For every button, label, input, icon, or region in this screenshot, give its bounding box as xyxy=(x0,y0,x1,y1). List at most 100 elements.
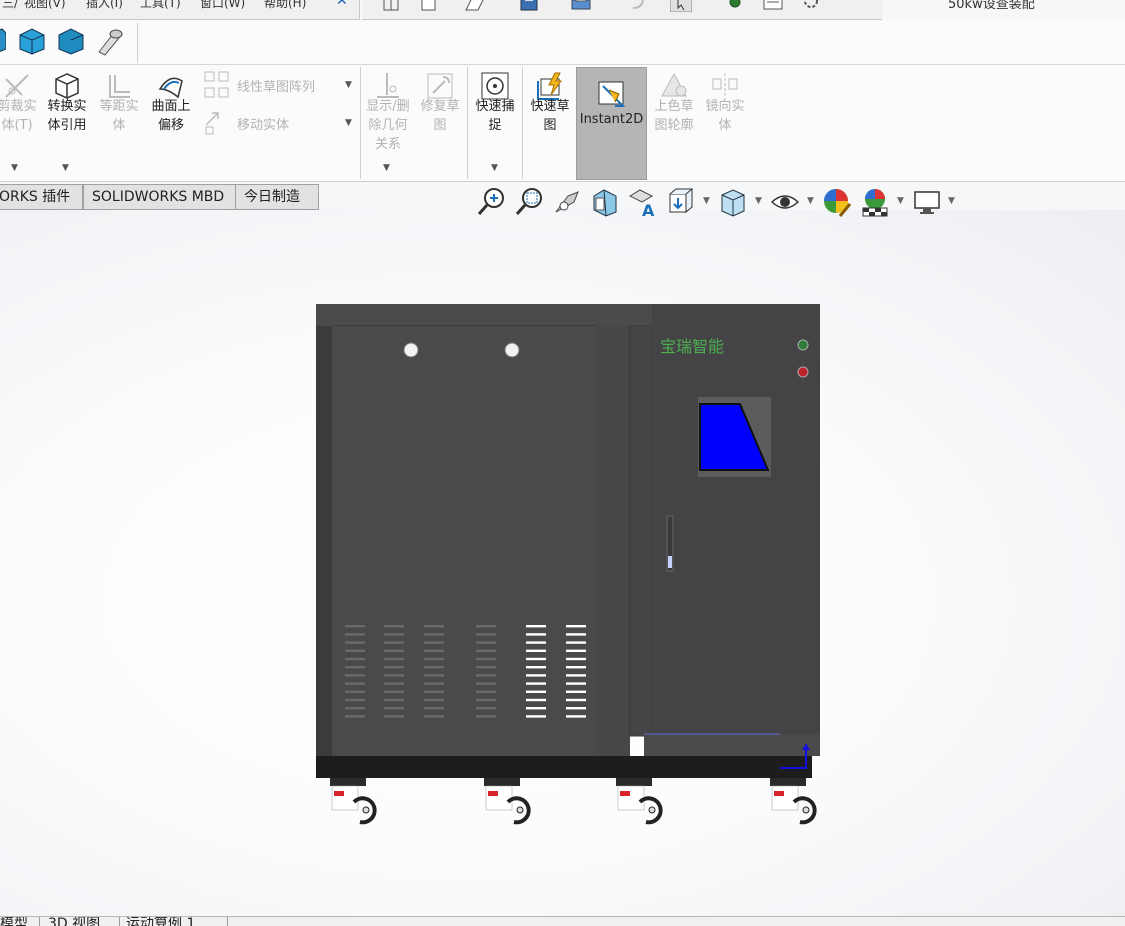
caster-wheels xyxy=(330,778,817,825)
gear-icon[interactable] xyxy=(800,0,822,12)
vent-slot xyxy=(476,715,496,718)
tab-solidworks-mbd[interactable]: SOLIDWORKS MBD xyxy=(83,184,236,210)
dynamic-annotation-icon[interactable]: A xyxy=(628,186,658,218)
tab-3d-view[interactable]: 3D 视图 xyxy=(42,917,120,926)
left-door-panel xyxy=(332,326,596,756)
save-icon[interactable] xyxy=(518,0,540,12)
vent-slot xyxy=(424,707,444,710)
vent-slot xyxy=(345,690,365,693)
vent-slot xyxy=(476,698,496,702)
vent-slot xyxy=(526,707,546,710)
features-toolbar xyxy=(0,21,1125,65)
vent-slot xyxy=(566,633,586,636)
section-view-icon[interactable] xyxy=(590,186,620,218)
apply-scene-icon[interactable] xyxy=(860,186,890,218)
options-icon[interactable] xyxy=(762,0,784,12)
vent-slot xyxy=(526,625,546,628)
quick-snaps-button[interactable]: 快速捕捉 xyxy=(470,65,520,135)
rapid-sketch-button[interactable]: 快速草图 xyxy=(526,65,574,135)
rebuild-status-icon[interactable] xyxy=(724,0,746,12)
home-icon[interactable] xyxy=(380,0,402,12)
menu-item-window[interactable]: 窗口(W) xyxy=(200,0,245,11)
door-lock-knob xyxy=(504,342,520,358)
new-document-icon[interactable] xyxy=(418,0,440,12)
vent-slot xyxy=(424,625,444,628)
vent-slot xyxy=(424,698,444,702)
undo-icon[interactable] xyxy=(628,0,650,12)
vent-slot xyxy=(526,666,546,669)
zoom-to-area-icon[interactable] xyxy=(514,186,544,218)
vent-slot xyxy=(476,674,496,677)
offset-entities-button[interactable]: 等距实体 xyxy=(96,65,142,135)
cabinet-model[interactable]: 宝瑞智能 xyxy=(300,294,840,834)
menu-item-view[interactable]: 视图(V) xyxy=(24,0,66,11)
vent-slot xyxy=(384,641,404,644)
print-icon[interactable] xyxy=(570,0,592,12)
display-delete-relations-button[interactable]: 显示/删除几何关系 xyxy=(364,65,412,154)
vent-slot xyxy=(424,690,444,693)
hide-show-dropdown-icon[interactable]: ▼ xyxy=(807,196,814,206)
vent-slot xyxy=(566,682,586,685)
display-style-icon[interactable] xyxy=(718,186,748,218)
menu-item-help[interactable]: 帮助(H) xyxy=(264,0,306,11)
hole-wizard-icon[interactable] xyxy=(95,26,125,56)
vent-slot xyxy=(384,707,404,710)
trim-entities-button[interactable]: 剪裁实体(T) xyxy=(0,65,40,135)
trim-dropdown-icon[interactable]: ▼ xyxy=(11,163,18,173)
convert-dropdown-icon[interactable]: ▼ xyxy=(62,163,69,173)
tab-model[interactable]: 模型 xyxy=(0,917,40,926)
graphics-viewport[interactable]: 宝瑞智能 xyxy=(0,210,1125,917)
display-style-dropdown-icon[interactable]: ▼ xyxy=(755,196,762,206)
vent-slot xyxy=(345,633,365,636)
view-orientation-dropdown-icon[interactable]: ▼ xyxy=(703,196,710,206)
move-entities-dropdown-icon[interactable]: ▼ xyxy=(345,118,352,128)
shaded-sketch-contours-button[interactable]: 上色草图轮廓 xyxy=(650,65,698,135)
mirror-entities-button[interactable]: 镜向实体 xyxy=(702,65,748,135)
extruded-cube-icon[interactable] xyxy=(18,27,46,55)
tab-today-manufacturing[interactable]: 今日制造 xyxy=(235,184,319,210)
menu-item-insert[interactable]: 插入(I) xyxy=(86,0,123,11)
linear-pattern-dropdown-icon[interactable]: ▼ xyxy=(345,80,352,90)
close-menu-icon[interactable]: ✕ xyxy=(336,0,348,9)
view-settings-dropdown-icon[interactable]: ▼ xyxy=(948,196,955,206)
cube-partial-icon[interactable] xyxy=(0,27,6,53)
offset-on-surface-button[interactable]: 曲面上偏移 xyxy=(146,65,196,135)
vent-slot xyxy=(384,625,404,628)
zoom-to-fit-icon[interactable] xyxy=(476,186,506,218)
scene-dropdown-icon[interactable]: ▼ xyxy=(897,196,904,206)
previous-view-icon[interactable] xyxy=(552,186,582,218)
vent-slot xyxy=(566,657,586,661)
red-indicator-light xyxy=(797,366,809,378)
view-settings-monitor-icon[interactable] xyxy=(912,186,942,218)
vent-slot xyxy=(345,625,365,628)
move-entities-icon[interactable] xyxy=(204,111,230,135)
tab-solidworks-addins[interactable]: ORKS 插件 xyxy=(0,184,83,210)
menu-item-edit[interactable]: 三/ xyxy=(2,0,18,11)
view-orientation-icon[interactable] xyxy=(666,186,696,218)
toolbar-separator xyxy=(137,23,138,63)
revolved-cube-icon[interactable] xyxy=(57,27,85,55)
hide-show-items-icon[interactable] xyxy=(770,186,800,218)
open-icon[interactable] xyxy=(464,0,486,12)
repair-sketch-button[interactable]: 修复草图 xyxy=(416,65,464,135)
vent-slot xyxy=(424,666,444,669)
edit-appearance-icon[interactable] xyxy=(822,186,852,218)
brand-logo-text: 宝瑞智能 xyxy=(660,337,724,356)
vent-slot xyxy=(424,641,444,644)
linear-pattern-button[interactable]: 线性草图阵列 xyxy=(237,76,315,95)
select-cursor-icon[interactable] xyxy=(670,0,692,12)
vent-slot xyxy=(566,641,586,644)
quick-snap-dropdown-icon[interactable]: ▼ xyxy=(491,163,498,173)
linear-pattern-icon[interactable] xyxy=(204,71,230,99)
convert-entities-button[interactable]: 转换实体引用 xyxy=(42,65,92,135)
instant2d-button[interactable]: Instant2D xyxy=(576,67,647,180)
menu-item-tools[interactable]: 工具(T) xyxy=(140,0,181,11)
vent-slot xyxy=(566,715,586,718)
move-entities-button[interactable]: 移动实体 xyxy=(237,114,289,133)
vent-slot xyxy=(476,641,496,644)
relations-dropdown-icon[interactable]: ▼ xyxy=(383,163,390,173)
vent-slot xyxy=(424,657,444,661)
vent-slot xyxy=(526,698,546,702)
vent-slot xyxy=(526,633,546,636)
tab-motion-study[interactable]: 运动算例 1 xyxy=(120,917,228,926)
